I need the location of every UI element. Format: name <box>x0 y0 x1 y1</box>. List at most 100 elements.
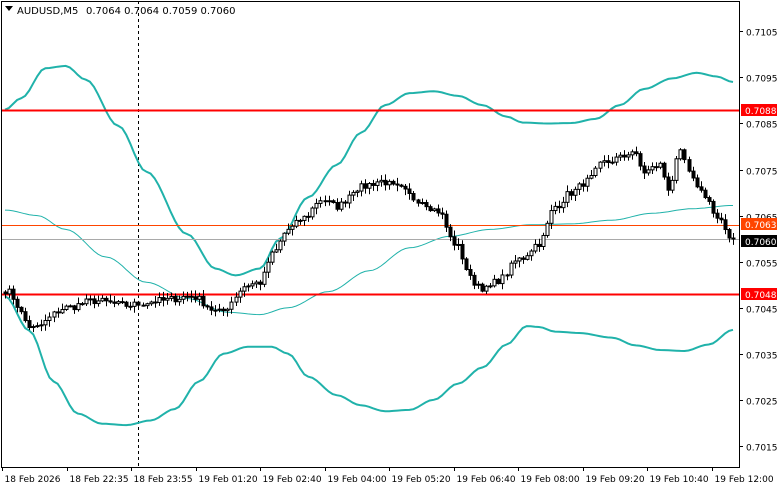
candle-body <box>521 257 526 260</box>
x-tick-label: 19 Feb 09:20 <box>586 475 645 485</box>
candle[interactable] <box>674 155 679 184</box>
candle-body <box>407 188 412 194</box>
candle[interactable] <box>480 282 485 293</box>
candle-body <box>359 183 364 192</box>
candle[interactable] <box>662 161 667 180</box>
candle[interactable] <box>464 257 469 271</box>
candle-body <box>529 250 534 257</box>
candle-body <box>238 290 243 298</box>
candle-body <box>606 160 611 163</box>
candle-body <box>343 201 348 204</box>
candle-body <box>314 202 319 209</box>
candle-body <box>145 303 150 307</box>
chart-svg[interactable]: 0.71050.70950.70850.70750.70650.70550.70… <box>0 0 781 489</box>
candle-body <box>674 158 679 181</box>
candle-body <box>209 306 214 311</box>
y-tick-label: 0.7015 <box>746 444 778 454</box>
candle-body <box>3 291 8 295</box>
candle-body <box>120 301 125 304</box>
candle-body <box>593 167 598 177</box>
x-tick-label: 19 Feb 05:20 <box>392 475 451 485</box>
bid-price-label: 0.7060 <box>745 238 777 248</box>
candle-body <box>630 151 635 156</box>
candle-body <box>557 205 562 209</box>
candle-body <box>278 240 283 251</box>
candle-body <box>225 308 230 312</box>
chart[interactable]: 0.71050.70950.70850.70750.70650.70550.70… <box>0 0 781 489</box>
candle-body <box>484 285 489 292</box>
x-tick-label: 18 Feb 23:55 <box>134 475 193 485</box>
candle-body <box>573 188 578 196</box>
candle-body <box>541 234 546 248</box>
candle-body <box>654 166 659 169</box>
candle-body <box>533 243 538 252</box>
candle-body <box>432 208 437 212</box>
candle-body <box>339 201 344 210</box>
candle[interactable] <box>678 148 683 161</box>
candle-body <box>517 257 522 262</box>
candle-body <box>569 191 574 196</box>
candle-body <box>428 206 433 212</box>
candle-body <box>331 200 336 204</box>
candle-body <box>221 308 226 312</box>
candle-body <box>153 301 158 304</box>
candle-body <box>286 228 291 234</box>
candle[interactable] <box>270 250 275 265</box>
candle[interactable] <box>545 220 550 238</box>
y-tick-label: 0.7095 <box>746 75 778 85</box>
candle-body <box>383 179 388 186</box>
candle-body <box>302 215 307 221</box>
candle-body <box>108 300 113 303</box>
candle-body <box>509 262 514 276</box>
candle-body <box>363 183 368 189</box>
candle-body <box>387 180 392 186</box>
plot-area[interactable] <box>1 1 740 467</box>
candle-body <box>96 300 101 305</box>
candle-body <box>436 208 441 214</box>
candle-body <box>169 296 174 299</box>
candle-body <box>581 183 586 187</box>
candle-body <box>707 197 712 202</box>
symbol-label: AUDUSD,M5 <box>17 6 78 17</box>
candle-body <box>254 281 259 285</box>
candle-body <box>682 149 687 161</box>
candle-body <box>699 186 704 191</box>
candle-body <box>622 154 627 158</box>
candle-body <box>375 181 380 186</box>
candle[interactable] <box>496 278 501 285</box>
candle-body <box>731 237 736 240</box>
candle-body <box>545 222 550 236</box>
candle-body <box>610 161 615 164</box>
candle-body <box>56 311 61 314</box>
candle-body <box>76 303 81 311</box>
y-tick-label: 0.7105 <box>746 29 778 39</box>
y-tick-label: 0.7055 <box>746 260 778 270</box>
candle-body <box>452 236 457 246</box>
candle-body <box>703 189 708 199</box>
candle-body <box>35 325 40 328</box>
candle-body <box>695 177 700 188</box>
candle-body <box>201 295 206 307</box>
candle[interactable] <box>509 260 514 279</box>
chart-header: AUDUSD,M5 0.7064 0.7064 0.7059 0.7060 <box>5 6 236 17</box>
candle-body <box>92 298 97 305</box>
candle-body <box>464 258 469 271</box>
candle-body <box>242 286 247 292</box>
candle-body <box>104 297 109 302</box>
candle-body <box>84 298 89 305</box>
candle-body <box>666 176 671 191</box>
candle-body <box>149 301 154 305</box>
x-tick-label: 19 Feb 04:00 <box>328 475 387 485</box>
candle-body <box>347 194 352 204</box>
candle[interactable] <box>593 166 598 178</box>
candle-body <box>549 210 554 224</box>
candle-body <box>173 296 178 303</box>
candle-body <box>11 288 16 300</box>
candle-body <box>589 175 594 179</box>
candle-body <box>43 319 48 326</box>
candle-body <box>715 212 720 219</box>
x-tick-label: 19 Feb 02:40 <box>263 475 322 485</box>
candle-body <box>197 295 202 300</box>
candle-body <box>658 162 663 168</box>
candle-body <box>476 283 481 286</box>
